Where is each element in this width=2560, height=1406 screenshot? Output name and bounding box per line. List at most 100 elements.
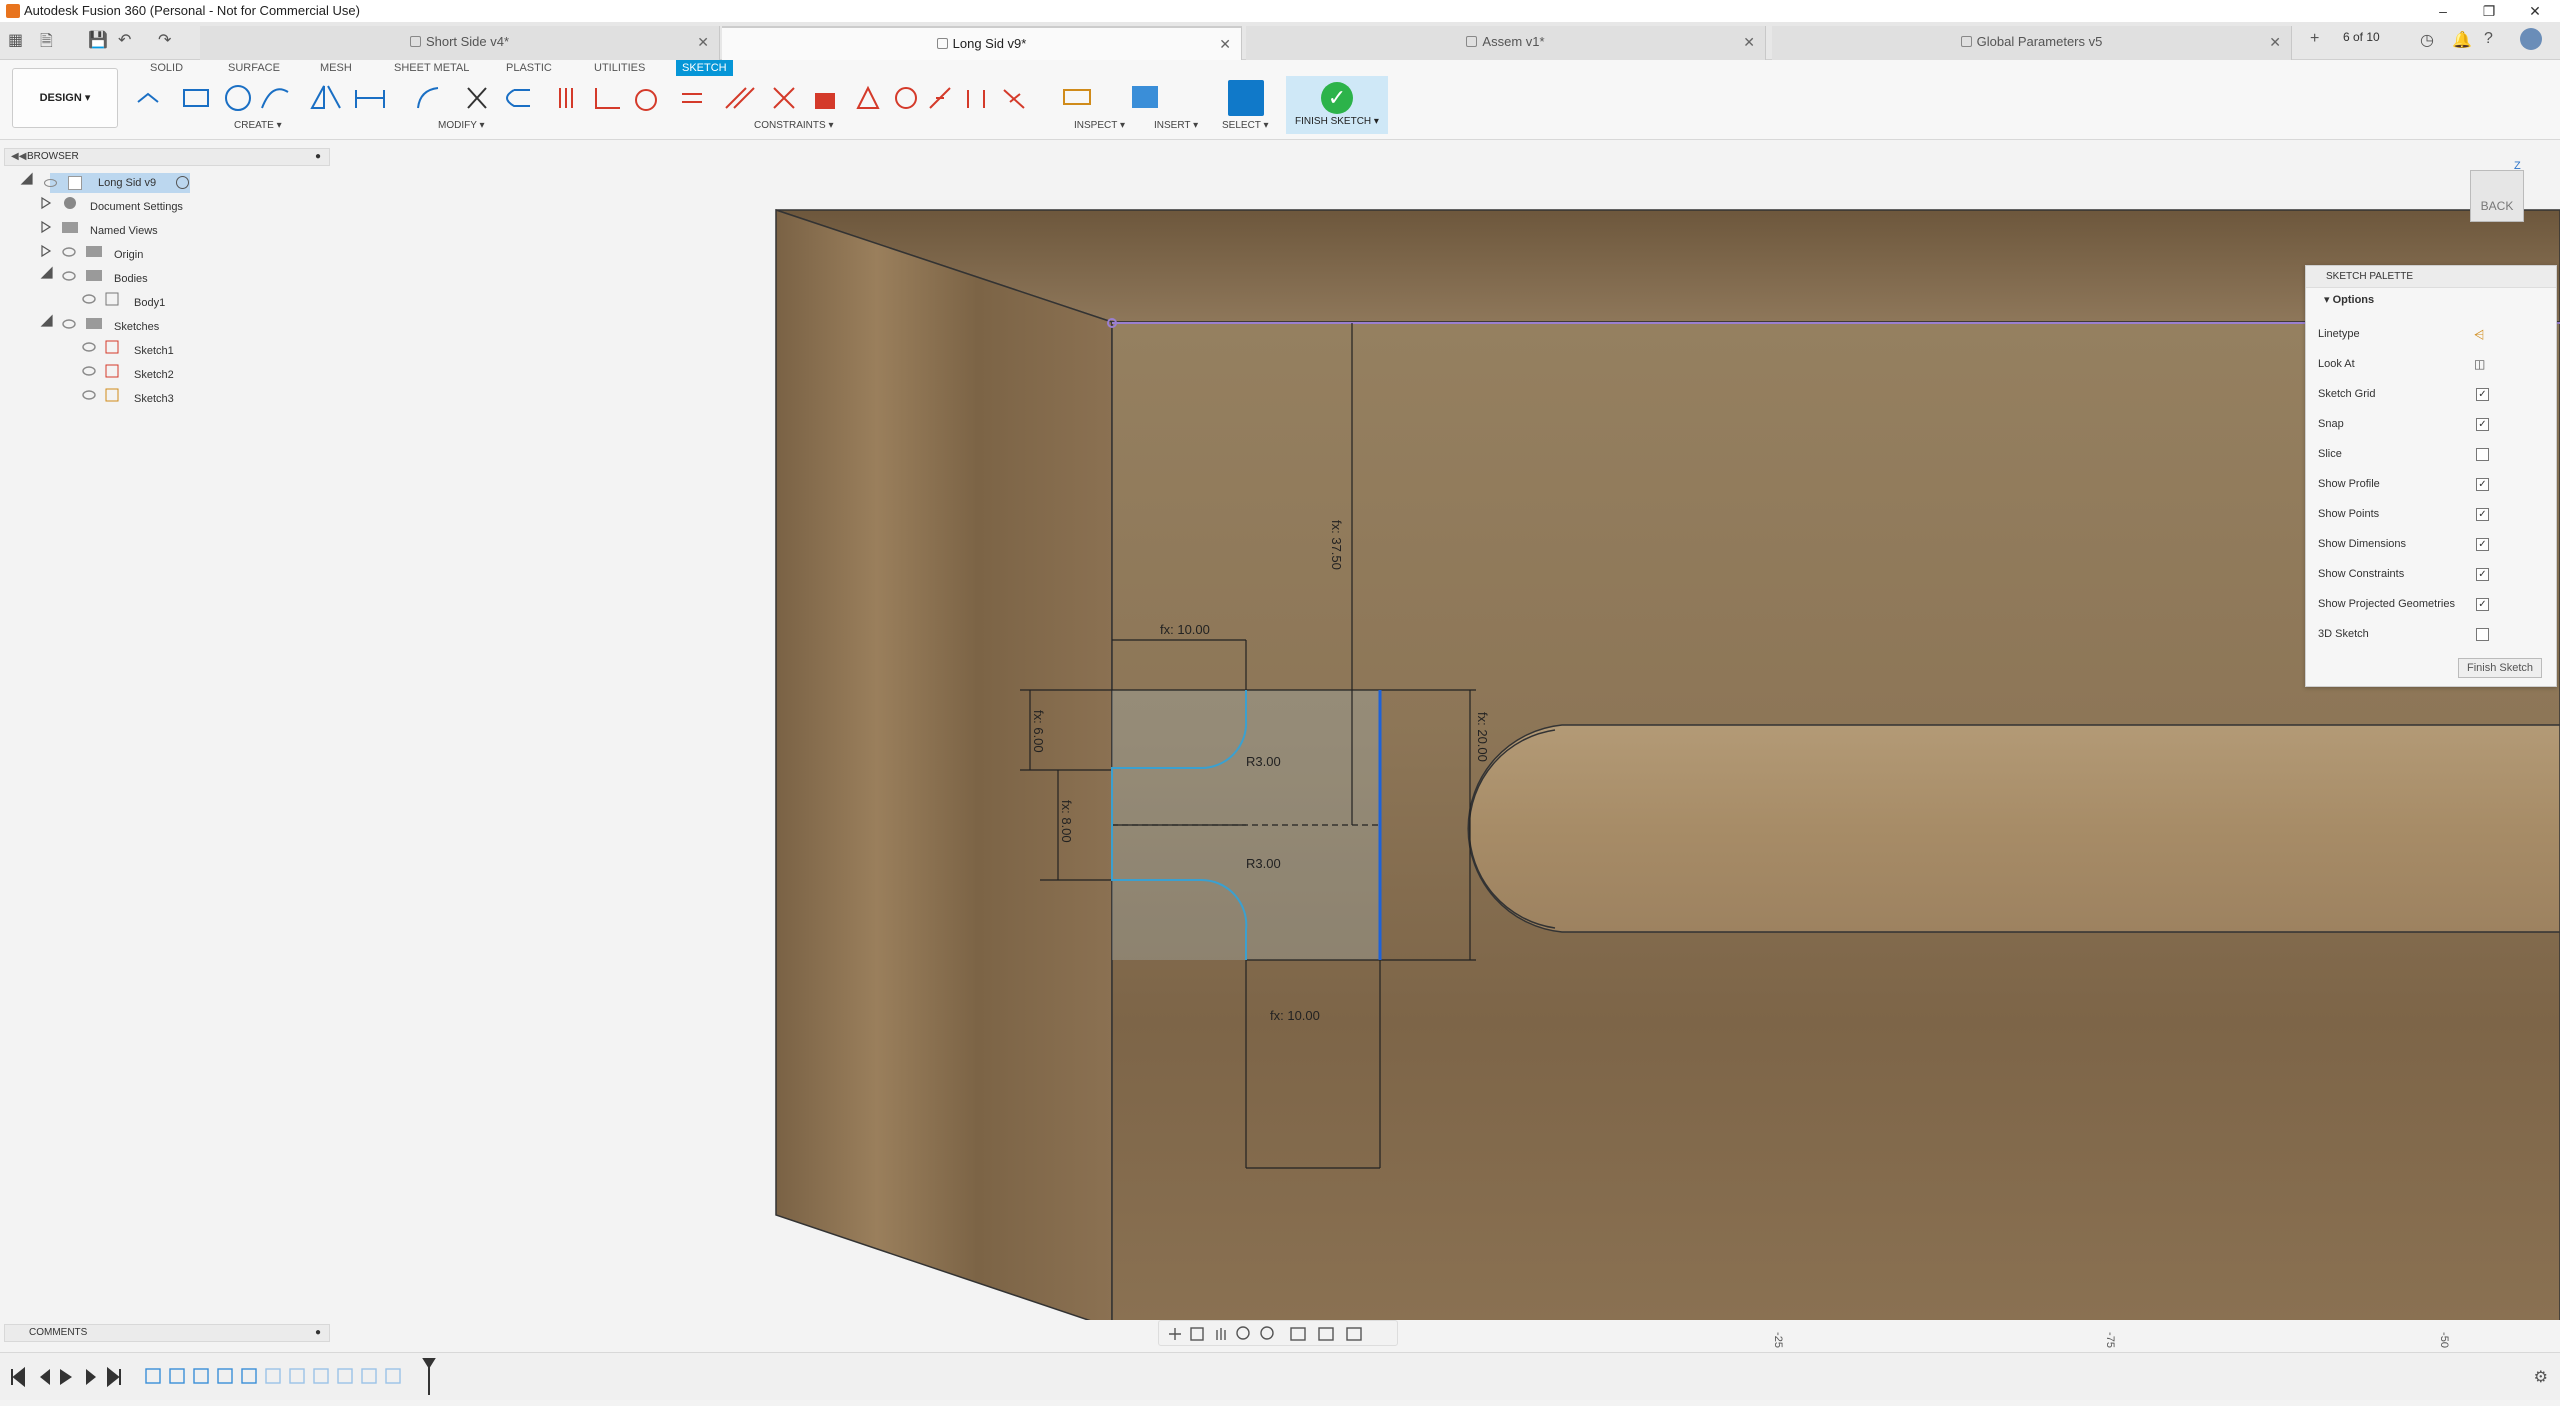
dim-right-vertical[interactable]: fx: 20.00 [1475,712,1490,762]
tab-sheet-metal[interactable]: SHEET METAL [388,60,475,76]
undo-icon[interactable]: ↶ [118,30,131,50]
avatar[interactable] [2520,28,2542,50]
tree-item-sketch2[interactable]: Sketch2 [134,365,174,385]
tab-assem[interactable]: Assem v1* ✕ [1246,26,1766,60]
close-tab-icon[interactable]: ✕ [1743,26,1755,58]
file-icon[interactable]: 🗎 [40,30,53,57]
close-tab-icon[interactable]: ✕ [2269,26,2281,58]
finish-sketch-button[interactable]: ✓ FINISH SKETCH ▾ [1286,76,1388,134]
option-show-points: Show Points [2318,504,2379,524]
timeline-settings-icon[interactable]: ⚙ [2534,1367,2548,1387]
tab-short-side[interactable]: Short Side v4* ✕ [200,26,720,60]
workspace-switcher[interactable]: DESIGN ▾ [12,68,118,128]
create-menu[interactable]: CREATE ▾ [234,120,282,131]
dim-left-mid[interactable]: fx: 8.00 [1059,800,1074,843]
orbit-icon [1169,1328,1181,1340]
dim-left-small[interactable]: fx: 6.00 [1031,710,1046,753]
tab-sketch[interactable]: SKETCH [676,60,733,76]
linetype-icon[interactable]: ⩤ [2474,327,2484,343]
expand-root-icon [20,172,33,185]
timeline-feature-icon [217,1368,233,1384]
tab-plastic[interactable]: PLASTIC [500,60,558,76]
viewcube[interactable]: BACK [2470,170,2524,222]
modify-menu[interactable]: MODIFY ▾ [438,120,485,131]
redo-icon[interactable]: ↷ [158,30,171,50]
eye-icon [82,390,96,400]
tab-surface[interactable]: SURFACE [222,60,286,76]
line-icon [137,92,159,103]
tree-item-sketch3[interactable]: Sketch3 [134,389,174,409]
close-tab-icon[interactable]: ✕ [697,26,709,58]
pin-icon[interactable]: ● [315,149,321,165]
timeline-feature-icon [361,1368,377,1384]
save-icon[interactable]: 💾 [88,30,108,50]
3d-viewport[interactable] [0,140,2560,1320]
dim-top-horizontal[interactable]: fx: 10.00 [1160,622,1210,637]
tab-utilities[interactable]: UTILITIES [588,60,651,76]
clock-icon[interactable]: ◷ [2420,30,2434,50]
tab-counter[interactable]: 6 of 10 [2343,30,2380,44]
option-checkbox[interactable] [2476,628,2489,641]
restore-icon[interactable]: ❐ [2466,0,2512,22]
insert-menu[interactable]: INSERT ▾ [1154,120,1198,131]
help-icon[interactable]: ? [2484,30,2493,48]
browser-panel-header[interactable]: ◀◀ BROWSER ● [4,148,330,166]
option-checkbox[interactable]: ✓ [2476,568,2489,581]
ruler-label: -25 [1771,1332,1784,1348]
option-checkbox[interactable]: ✓ [2476,538,2489,551]
constraints-menu[interactable]: CONSTRAINTS ▾ [754,120,833,131]
tree-item-body1[interactable]: Body1 [134,293,165,313]
option-checkbox[interactable]: ✓ [2476,508,2489,521]
timeline-feature-icon [385,1368,401,1384]
timeline-feature-icon [313,1368,329,1384]
palette-section-options[interactable]: ▾ Options [2306,288,2556,312]
option-checkbox[interactable] [2476,448,2489,461]
go-to-start-icon [11,1366,25,1388]
new-tab-icon[interactable]: + [2310,30,2319,48]
option-checkbox[interactable]: ✓ [2476,478,2489,491]
option-show-profile: Show Profile [2318,474,2380,494]
dim-top-vertical[interactable]: fx: 37.50 [1329,520,1344,570]
tab-solid[interactable]: SOLID [144,60,189,76]
browser-title: BROWSER [27,151,79,162]
collapse-icon[interactable]: ◀◀ [11,149,26,165]
look-at-icon[interactable]: ◫ [2474,357,2485,371]
tree-item-sketch1[interactable]: Sketch1 [134,341,174,361]
timeline-controls[interactable] [0,1353,520,1401]
option-show-projected-geometries: Show Projected Geometries [2318,594,2455,614]
close-icon[interactable]: ✕ [2512,0,2558,22]
timeline-feature-icon [169,1368,185,1384]
comments-panel[interactable]: COMMENTS ● [4,1324,330,1342]
select-button[interactable] [1228,80,1264,116]
folder-icon [86,270,102,281]
tab-long-sid[interactable]: Long Sid v9* ✕ [722,26,1242,60]
minimize-icon[interactable]: – [2420,0,2466,22]
tree-item-sketches[interactable]: Sketches [114,317,159,337]
timeline: ⚙ [0,1352,2560,1400]
inspect-menu[interactable]: INSPECT ▾ [1074,120,1125,131]
grid-menu-icon[interactable]: ▦ [8,30,23,50]
body-icon [105,292,119,306]
select-menu[interactable]: SELECT ▾ [1222,120,1269,131]
part-icon [936,38,948,49]
finish-sketch-small-button[interactable]: Finish Sketch [2458,658,2542,678]
dim-radius-top[interactable]: R3.00 [1246,754,1281,769]
option-checkbox[interactable]: ✓ [2476,418,2489,431]
bell-icon[interactable]: 🔔 [2452,30,2472,50]
option-label: Sketch Grid [2318,388,2376,400]
trim-icon [467,87,487,109]
pin-icon[interactable]: ● [315,1325,321,1341]
tab-global-parameters[interactable]: Global Parameters v5 ✕ [1772,26,2292,60]
comments-title: COMMENTS [29,1327,88,1338]
close-tab-icon[interactable]: ✕ [1219,28,1231,60]
nav-icons[interactable] [1159,1321,1399,1347]
sketch-tools-icons[interactable] [130,80,1290,116]
radio-icon[interactable] [176,176,189,189]
tab-mesh[interactable]: MESH [314,60,358,76]
option-checkbox[interactable]: ✓ [2476,598,2489,611]
palette-header[interactable]: SKETCH PALETTE [2306,266,2556,288]
option-checkbox[interactable]: ✓ [2476,388,2489,401]
dim-radius-bottom[interactable]: R3.00 [1246,856,1281,871]
timeline-feature-icon [145,1368,161,1384]
dim-bottom-horizontal[interactable]: fx: 10.00 [1270,1008,1320,1023]
